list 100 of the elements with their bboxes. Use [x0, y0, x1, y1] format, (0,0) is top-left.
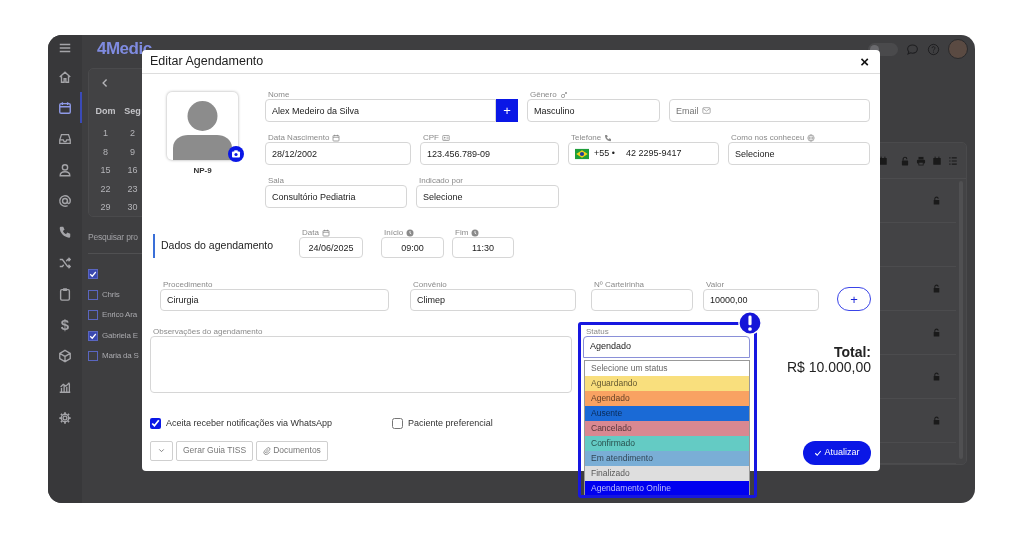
checkbox-label: Maria da S — [102, 350, 139, 363]
input-field[interactable]: 28/12/2002 — [265, 142, 411, 165]
checkbox[interactable] — [88, 269, 98, 280]
weekday-label: Dom — [95, 106, 116, 116]
home-icon[interactable] — [58, 69, 72, 84]
notes-field[interactable] — [150, 336, 572, 393]
sidebar-item[interactable]: $ — [60, 317, 70, 332]
status-option[interactable]: Cancelado — [585, 421, 749, 436]
modal-title: Editar Agendamento — [150, 54, 264, 71]
close-button[interactable]: × — [858, 54, 871, 69]
select-field[interactable]: Masculino — [527, 99, 660, 122]
field-label: Nome — [268, 90, 290, 99]
clipboard-icon[interactable] — [58, 286, 72, 301]
input-field[interactable]: 10000,00 — [703, 289, 819, 311]
checkbox[interactable] — [150, 418, 161, 430]
field-label: CPF — [423, 133, 439, 142]
calendar-day[interactable]: 8 — [103, 146, 108, 157]
status-option[interactable]: Aguardando — [585, 376, 749, 391]
calendar-day[interactable]: 29 — [100, 202, 111, 212]
checkbox[interactable] — [88, 351, 98, 362]
calendar-day[interactable]: 30 — [127, 202, 138, 212]
camera-icon[interactable] — [228, 146, 244, 162]
search-field[interactable]: Pesquisar pro — [88, 232, 138, 242]
add-button[interactable]: + — [496, 99, 518, 122]
checkbox[interactable] — [392, 418, 404, 430]
field-label: Data Nascimento — [268, 133, 330, 142]
field-label: Início — [384, 228, 404, 237]
field-label: Nº Carteirinha — [594, 280, 645, 289]
status-option[interactable]: Finalizado — [585, 466, 749, 481]
checkbox-label: Chris — [102, 288, 120, 301]
calendar-day[interactable]: 2 — [130, 128, 135, 138]
documents-button[interactable]: Documentos — [256, 440, 328, 461]
checkbox[interactable] — [88, 289, 98, 300]
shuffle-icon[interactable] — [58, 255, 72, 270]
chevron-left-icon[interactable] — [100, 78, 110, 88]
paperclip-icon — [263, 446, 272, 455]
phone-icon — [604, 133, 613, 142]
input-field[interactable]: 24/06/2025 — [299, 237, 363, 258]
field-label: Fim — [455, 228, 469, 237]
field-label: Convênio — [413, 280, 447, 289]
email-field[interactable]: Email — [669, 99, 870, 122]
status-option[interactable]: Agendado — [585, 391, 749, 406]
select-field[interactable]: Selecione — [416, 185, 559, 208]
clock-icon — [471, 228, 480, 237]
total-label: Total: — [832, 345, 871, 360]
calendar-day[interactable]: 22 — [100, 183, 111, 194]
id-card-icon — [442, 133, 450, 142]
field-label: Data — [302, 228, 319, 237]
section-title: Dados do agendamento — [153, 234, 284, 258]
field-label: Observações do agendamento — [153, 327, 263, 336]
calendar-day[interactable]: 9 — [130, 146, 135, 157]
caret-icon — [157, 446, 166, 455]
input-field[interactable] — [591, 289, 693, 311]
person-silhouette-icon — [173, 101, 232, 160]
input-field[interactable]: Climep — [410, 289, 576, 311]
calendar-day[interactable]: 15 — [100, 165, 111, 175]
phone-field[interactable]: +55 • 42 2295-9417 — [568, 142, 719, 165]
field-label: Indicado por — [419, 176, 464, 185]
update-button[interactable]: Atualizar — [803, 440, 871, 465]
checkbox[interactable] — [88, 330, 98, 341]
calendar-day[interactable]: 1 — [103, 128, 108, 138]
calendar-icon[interactable] — [878, 155, 888, 166]
inbox-icon[interactable] — [58, 131, 72, 146]
field-label: Telefone — [571, 133, 602, 142]
input-field[interactable]: Alex Medeiro da Silva — [265, 99, 496, 122]
checkbox-label: Gabriela E — [102, 329, 138, 342]
status-option[interactable]: Confirmado — [585, 436, 749, 451]
input-field[interactable]: 09:00 — [381, 237, 444, 258]
select-field[interactable]: Consultório Pediatria — [265, 185, 407, 208]
select-field[interactable]: Selecione — [728, 142, 870, 165]
gender-icon — [559, 90, 568, 99]
calendar-day[interactable]: 16 — [127, 165, 138, 175]
field-label: Status — [586, 327, 609, 336]
field-label: Valor — [706, 280, 725, 289]
checkbox-label: Enrico Ara — [102, 309, 137, 322]
user-icon[interactable] — [58, 162, 72, 177]
field-label: Gênero — [530, 90, 557, 99]
input-field[interactable]: 11:30 — [452, 237, 514, 258]
at-sign-icon[interactable] — [58, 193, 72, 208]
field-label: Procedimento — [163, 280, 213, 289]
field-label: Sala — [268, 176, 284, 185]
status-select[interactable]: Agendado — [583, 336, 750, 358]
add-button[interactable]: + — [837, 287, 871, 311]
alert-icon — [738, 311, 762, 335]
calendar-day[interactable]: 23 — [127, 183, 138, 194]
phone-icon[interactable] — [58, 224, 72, 239]
cube-icon[interactable] — [58, 348, 72, 363]
calendar-icon — [321, 228, 330, 237]
envelope-icon — [702, 106, 711, 115]
settings-icon[interactable] — [58, 410, 72, 425]
status-option[interactable]: Em atendimento — [585, 451, 749, 466]
clock-icon — [406, 228, 415, 237]
input-field[interactable]: 123.456.789-09 — [420, 142, 559, 165]
total-value: R$ 10.000,00 — [785, 360, 871, 375]
input-field[interactable]: Cirurgia — [160, 289, 389, 311]
flag-icon — [575, 146, 589, 161]
field-label: Como nos conheceu — [731, 133, 805, 142]
checkbox[interactable] — [88, 310, 98, 321]
menu-icon[interactable] — [58, 41, 72, 55]
guide-button[interactable]: Gerar Guia TISS — [176, 440, 254, 461]
